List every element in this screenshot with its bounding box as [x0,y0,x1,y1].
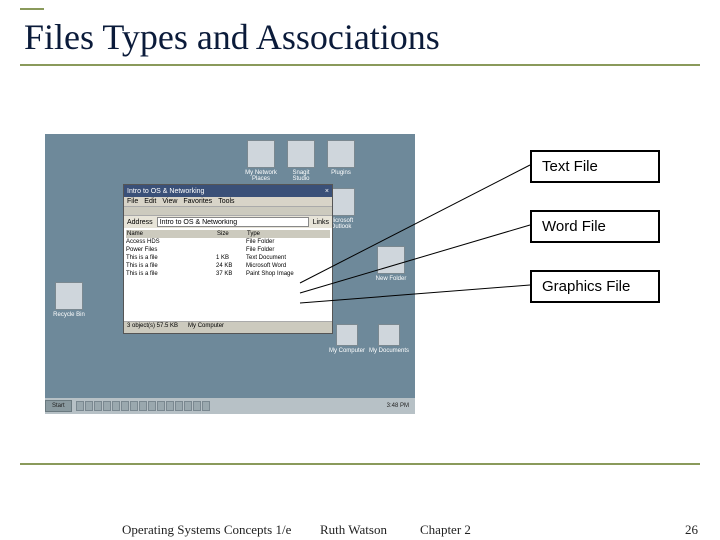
col-size[interactable]: Size [217,231,247,237]
cell-size [216,247,246,253]
taskbar-item[interactable] [148,401,156,411]
taskbar-item[interactable] [139,401,147,411]
footer-author: Ruth Watson [320,522,387,538]
menu-edit[interactable]: Edit [144,198,156,205]
cell-size: 24 KB [216,263,246,269]
callout-graphics-file: Graphics File [530,270,660,303]
cell-name: This is a file [126,255,216,261]
my-computer-icon [336,324,358,346]
cell-size: 1 KB [216,255,246,261]
taskbar-item[interactable] [184,401,192,411]
icon-label: My Network Places [245,170,277,182]
plugins-icon [327,140,355,168]
network-places-icon [247,140,275,168]
taskbar-item[interactable] [193,401,201,411]
icon-label: Snagit Studio [292,170,309,182]
slide-title: Files Types and Associations [20,12,700,64]
taskbar-item[interactable] [112,401,120,411]
icon-label: My Computer [329,348,365,354]
taskbar-item[interactable] [121,401,129,411]
start-button[interactable]: Start [45,400,72,412]
menu-file[interactable]: File [127,198,138,205]
icon-label: New Folder [376,276,407,282]
table-row[interactable]: Access HDS File Folder [126,238,330,246]
table-row[interactable]: This is a file 24 KB Microsoft Word [126,262,330,270]
cell-name: Access HDS [126,239,216,245]
taskbar-item[interactable] [157,401,165,411]
cell-name: This is a file [126,263,216,269]
taskbar-item[interactable] [130,401,138,411]
table-row[interactable]: This is a file 37 KB Paint Shop Image [126,270,330,278]
cell-type: File Folder [246,247,316,253]
table-row[interactable]: Power Files File Folder [126,246,330,254]
address-input[interactable] [157,217,309,227]
cell-size: 37 KB [216,271,246,277]
icon-label: My Documents [369,348,409,354]
status-right: My Computer [188,323,224,329]
explorer-window: Intro to OS & Networking × File Edit Vie… [123,184,333,334]
new-folder-icon [377,246,405,274]
taskbar-item[interactable] [76,401,84,411]
menu-tools[interactable]: Tools [218,198,234,205]
col-type[interactable]: Type [247,231,317,237]
address-label: Address [127,219,153,226]
my-documents-icon [378,324,400,346]
menu-bar[interactable]: File Edit View Favorites Tools [124,197,332,206]
icon-label: Recycle Bin [53,312,85,318]
taskbar-item[interactable] [85,401,93,411]
col-name[interactable]: Name [127,231,217,237]
footer-book: Operating Systems Concepts 1/e [122,522,291,538]
window-title: Intro to OS & Networking [127,188,204,195]
taskbar[interactable]: Start 3:48 PM [45,398,415,414]
status-left: 3 object(s) 57.5 KB [127,323,178,329]
cell-type: Microsoft Word [246,263,316,269]
taskbar-item[interactable] [175,401,183,411]
callout-word-file: Word File [530,210,660,243]
taskbar-item[interactable] [166,401,174,411]
cell-type: Text Document [246,255,316,261]
screenshot-desktop: My Network Places Snagit Studio Plugins … [45,134,415,414]
footer-chapter: Chapter 2 [420,522,471,538]
taskbar-clock: 3:48 PM [381,403,415,409]
cell-type: File Folder [246,239,316,245]
menu-view[interactable]: View [162,198,177,205]
recycle-bin-icon [55,282,83,310]
taskbar-item[interactable] [94,401,102,411]
toolbar[interactable] [124,206,332,216]
footer-page: 26 [685,522,698,538]
icon-label: Plugins [331,170,351,176]
menu-favorites[interactable]: Favorites [183,198,212,205]
callout-text-file: Text File [530,150,660,183]
close-icon[interactable]: × [325,188,329,195]
taskbar-item[interactable] [202,401,210,411]
snagit-icon [287,140,315,168]
links-label[interactable]: Links [313,219,329,226]
cell-size [216,239,246,245]
table-row[interactable]: This is a file 1 KB Text Document [126,254,330,262]
cell-name: This is a file [126,271,216,277]
cell-type: Paint Shop Image [246,271,316,277]
file-list[interactable]: Name Size Type Access HDS File Folder Po… [124,228,332,324]
cell-name: Power Files [126,247,216,253]
taskbar-item[interactable] [103,401,111,411]
